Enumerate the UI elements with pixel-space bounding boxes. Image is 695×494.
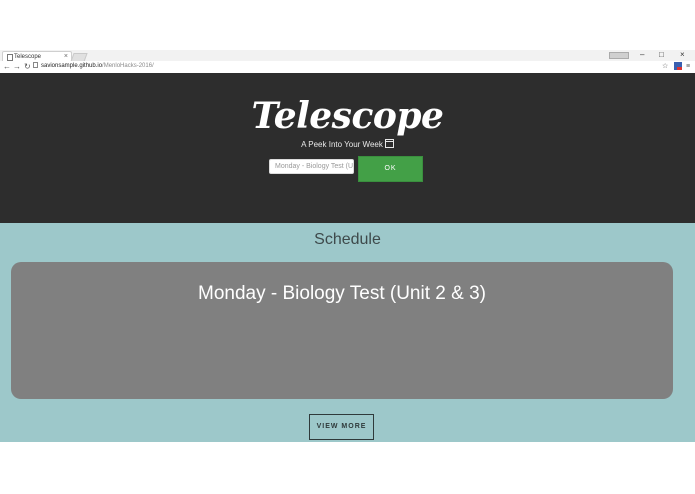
back-icon[interactable]: ←	[3, 61, 11, 72]
event-input[interactable]: Monday - Biology Test (U	[269, 159, 354, 174]
tagline: A Peek Into Your Week	[0, 139, 695, 149]
page-info-icon	[33, 62, 38, 69]
url-host: savionsample.github.io	[41, 63, 103, 69]
tagline-text: A Peek Into Your Week	[301, 140, 383, 149]
url-path: /MenloHacks-2016/	[102, 63, 154, 69]
schedule-card: Monday - Biology Test (Unit 2 & 3)	[11, 262, 673, 399]
address-bar: ← → ↻ savionsample.github.io/MenloHacks-…	[0, 61, 695, 72]
view-more-button[interactable]: VIEW MORE	[309, 414, 374, 440]
forward-icon[interactable]: →	[13, 61, 21, 72]
minimize-icon[interactable]: –	[640, 50, 644, 60]
window-close-icon[interactable]: ×	[680, 50, 685, 60]
schedule-section: Schedule Monday - Biology Test (Unit 2 &…	[0, 223, 695, 442]
card-title: Monday - Biology Test (Unit 2 & 3)	[198, 283, 486, 304]
hero-section: Telescope A Peek Into Your Week Monday -…	[0, 73, 695, 223]
site-logo: Telescope	[251, 95, 444, 137]
profile-button[interactable]	[609, 52, 629, 59]
calendar-icon	[384, 139, 394, 148]
schedule-title: Schedule	[314, 231, 381, 248]
extension-icon[interactable]	[674, 62, 682, 70]
bookmark-star-icon[interactable]: ☆	[662, 62, 668, 71]
menu-icon[interactable]: ≡	[686, 62, 690, 71]
url-field[interactable]: savionsample.github.io/MenloHacks-2016/	[33, 62, 671, 70]
ok-button[interactable]: OK	[358, 156, 423, 182]
page-icon	[7, 54, 13, 61]
maximize-icon[interactable]: □	[659, 50, 664, 60]
tab-bar: Telescope × – □ ×	[0, 50, 695, 62]
reload-icon[interactable]: ↻	[24, 61, 31, 72]
